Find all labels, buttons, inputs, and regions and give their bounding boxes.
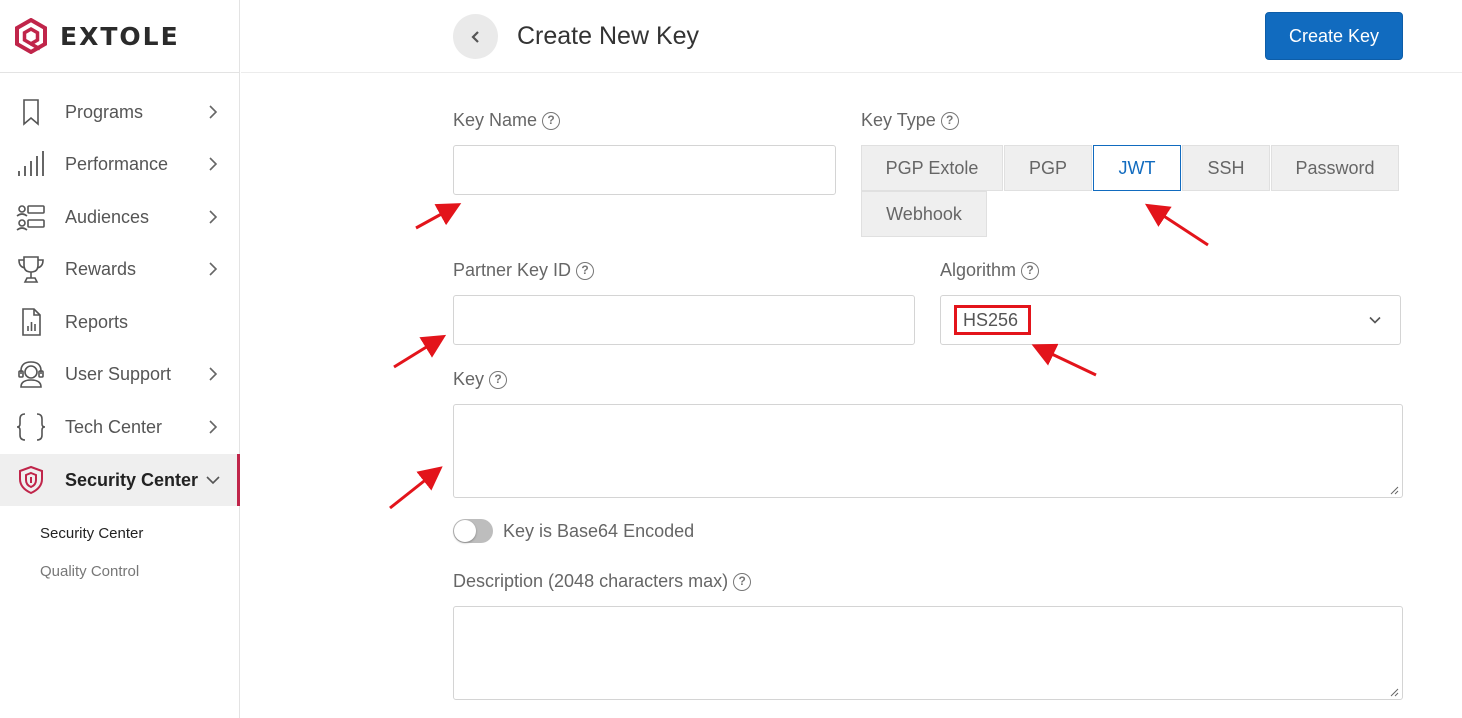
- sidebar-item-label: Programs: [65, 101, 144, 122]
- sidebar-item-label: Security Center: [65, 469, 199, 490]
- key-type-ssh[interactable]: SSH: [1182, 145, 1270, 191]
- sidebar-item-label: Performance: [65, 153, 169, 174]
- description-label-text: Description (2048 characters max): [453, 571, 729, 591]
- resize-handle-icon[interactable]: [1389, 687, 1399, 697]
- help-icon[interactable]: ?: [733, 572, 752, 591]
- toggle-knob: [454, 520, 476, 542]
- sidebar-item-programs[interactable]: Programs: [0, 86, 239, 138]
- chevron-right-icon: [209, 210, 218, 224]
- extole-logo-icon: [15, 18, 47, 54]
- key-type-pgp[interactable]: PGP: [1004, 145, 1092, 191]
- sidebar-item-rewards[interactable]: Rewards: [0, 243, 239, 295]
- annotation-arrow: [415, 203, 462, 230]
- help-icon[interactable]: ?: [940, 111, 959, 130]
- algorithm-label: Algorithm ?: [940, 260, 1040, 281]
- sidebar: EXTOLE Programs Performance Audiences Re…: [0, 0, 240, 718]
- chevron-right-icon: [209, 420, 218, 434]
- trophy-icon: [14, 252, 48, 286]
- key-type-label-text: Key Type: [861, 110, 936, 130]
- key-type-password[interactable]: Password: [1271, 145, 1399, 191]
- algorithm-label-text: Algorithm: [940, 260, 1017, 280]
- back-button[interactable]: [453, 14, 498, 59]
- headset-icon: [14, 357, 48, 391]
- key-label-text: Key: [453, 369, 485, 389]
- chevron-left-icon: [470, 30, 479, 43]
- base64-toggle[interactable]: [453, 519, 493, 543]
- chevron-right-icon: [209, 262, 218, 276]
- chevron-right-icon: [209, 157, 218, 171]
- sidebar-item-label: Reports: [65, 311, 129, 332]
- annotation-arrow: [1144, 203, 1209, 247]
- base64-toggle-label: Key is Base64 Encoded: [503, 521, 695, 541]
- logo[interactable]: EXTOLE: [0, 0, 239, 73]
- key-textarea[interactable]: [453, 404, 1403, 498]
- subnav-quality-control[interactable]: Quality Control: [40, 563, 139, 580]
- description-textarea[interactable]: [453, 606, 1403, 700]
- sidebar-item-security-center[interactable]: Security Center: [0, 454, 240, 506]
- subnav-security-center[interactable]: Security Center: [40, 525, 143, 542]
- sidebar-item-audiences[interactable]: Audiences: [0, 191, 239, 243]
- bookmark-icon: [14, 95, 48, 129]
- partner-key-id-label-text: Partner Key ID: [453, 260, 572, 280]
- sidebar-item-label: Audiences: [65, 206, 150, 227]
- partner-key-id-label: Partner Key ID ?: [453, 260, 595, 281]
- chevron-down-icon: [1369, 316, 1381, 324]
- shield-icon: [14, 463, 48, 497]
- chevron-right-icon: [209, 105, 218, 119]
- key-type-label: Key Type ?: [861, 110, 959, 131]
- annotation-arrow: [389, 466, 443, 510]
- sidebar-item-user-support[interactable]: User Support: [0, 348, 239, 400]
- algorithm-value: HS256: [954, 305, 1031, 335]
- page-header: Create New Key Create Key: [241, 0, 1462, 73]
- audiences-icon: [14, 200, 48, 234]
- partner-key-id-input[interactable]: [453, 295, 915, 345]
- help-icon[interactable]: ?: [489, 370, 508, 389]
- sidebar-item-label: Rewards: [65, 258, 137, 279]
- resize-handle-icon[interactable]: [1389, 485, 1399, 495]
- sidebar-item-performance[interactable]: Performance: [0, 138, 239, 190]
- help-icon[interactable]: ?: [1021, 261, 1040, 280]
- key-type-webhook[interactable]: Webhook: [861, 191, 987, 237]
- algorithm-select[interactable]: HS256: [940, 295, 1401, 345]
- brand-name: EXTOLE: [60, 21, 180, 51]
- report-icon: [14, 305, 48, 339]
- sidebar-item-label: Tech Center: [65, 416, 163, 437]
- create-key-button[interactable]: Create Key: [1265, 12, 1403, 60]
- description-label: Description (2048 characters max) ?: [453, 571, 752, 592]
- key-name-label: Key Name ?: [453, 110, 561, 131]
- sidebar-item-tech-center[interactable]: Tech Center: [0, 401, 239, 453]
- sidebar-item-reports[interactable]: Reports: [0, 296, 239, 348]
- help-icon[interactable]: ?: [542, 111, 561, 130]
- key-label: Key ?: [453, 369, 508, 390]
- key-name-input[interactable]: [453, 145, 836, 195]
- key-type-jwt[interactable]: JWT: [1093, 145, 1181, 191]
- bar-chart-icon: [14, 147, 48, 181]
- chevron-down-icon: [206, 476, 220, 485]
- page-title: Create New Key: [517, 22, 700, 50]
- annotation-arrow: [1031, 343, 1097, 377]
- chevron-right-icon: [209, 367, 218, 381]
- braces-icon: [14, 410, 48, 444]
- sidebar-item-label: User Support: [65, 363, 172, 384]
- key-type-pgp-extole[interactable]: PGP Extole: [861, 145, 1003, 191]
- annotation-arrow: [393, 334, 447, 369]
- key-name-label-text: Key Name: [453, 110, 538, 130]
- help-icon[interactable]: ?: [576, 261, 595, 280]
